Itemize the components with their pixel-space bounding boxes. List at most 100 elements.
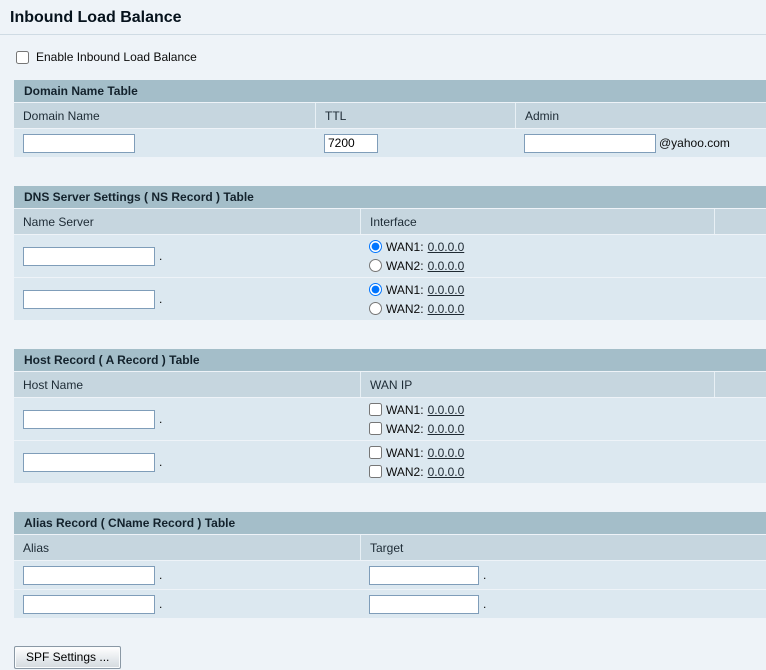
col-header-interface: Interface: [360, 209, 714, 234]
host-row-1: . WAN1: 0.0.0.0 WAN2: 0.0.0.0: [14, 398, 766, 440]
ttl-input[interactable]: [324, 133, 378, 153]
col-header-spacer: [714, 209, 766, 234]
host-row-1-name-cell: .: [14, 398, 360, 440]
ns-table-title: DNS Server Settings ( NS Record ) Table: [14, 186, 766, 208]
alias-row-1-alias-input[interactable]: [23, 565, 155, 585]
ns-row-2-spacer: [714, 278, 766, 320]
col-header-wan-ip: WAN IP: [360, 372, 714, 397]
ns-row-1-name-cell: .: [14, 235, 360, 277]
alias-row-2-alias-input[interactable]: [23, 594, 155, 614]
host-row-2-name-cell: .: [14, 441, 360, 483]
ns-row-1-spacer: [714, 235, 766, 277]
alias-row-1-target-dot: .: [483, 568, 487, 582]
domain-name-table: Domain Name Table Domain Name TTL Admin …: [14, 80, 766, 157]
page-title: Inbound Load Balance: [10, 9, 182, 26]
ns-row-1: . WAN1: 0.0.0.0 WAN2: 0.0.0.0: [14, 235, 766, 277]
host-row-1-wan2-line: WAN2: 0.0.0.0: [369, 421, 464, 437]
ns-row-1-wan1-ip-link[interactable]: 0.0.0.0: [428, 240, 465, 254]
domain-table-header: Domain Name TTL Admin: [14, 103, 766, 128]
host-row-1-wan1-ip-link[interactable]: 0.0.0.0: [428, 403, 465, 417]
alias-row-1-alias-cell: .: [14, 561, 360, 589]
host-row-2-dot: .: [159, 455, 163, 469]
alias-row-2: . .: [14, 590, 766, 618]
host-row-2-wan1-ip-link[interactable]: 0.0.0.0: [428, 446, 465, 460]
host-row-1-name-input[interactable]: [23, 409, 155, 429]
host-row-2: . WAN1: 0.0.0.0 WAN2: 0.0.0.0: [14, 441, 766, 483]
ns-row-2-wan2-radio[interactable]: [369, 302, 382, 315]
host-row-2-wan2-checkbox[interactable]: [369, 465, 382, 478]
col-header-admin: Admin: [515, 103, 766, 128]
ns-row-1-wan2-line: WAN2: 0.0.0.0: [369, 258, 464, 274]
alias-row-2-target-input[interactable]: [369, 594, 479, 614]
ns-row-1-wan1-radio[interactable]: [369, 240, 382, 253]
ns-row-2-name-input[interactable]: [23, 289, 155, 309]
alias-row-1: . .: [14, 561, 766, 589]
enable-inbound-checkbox[interactable]: [16, 50, 29, 64]
ns-record-table: DNS Server Settings ( NS Record ) Table …: [14, 186, 766, 320]
host-table-header: Host Name WAN IP: [14, 372, 766, 397]
ns-row-1-name-input[interactable]: [23, 246, 155, 266]
host-row-2-wan2-ip-link[interactable]: 0.0.0.0: [428, 465, 465, 479]
host-row-2-spacer: [714, 441, 766, 483]
wan1-label: WAN1:: [386, 445, 424, 460]
alias-row-1-target-input[interactable]: [369, 565, 479, 585]
enable-inbound-row: Enable Inbound Load Balance: [16, 49, 766, 65]
ns-row-2-wan1-ip-link[interactable]: 0.0.0.0: [428, 283, 465, 297]
cname-record-table: Alias Record ( CName Record ) Table Alia…: [14, 512, 766, 618]
ns-row-2-name-cell: .: [14, 278, 360, 320]
admin-cell: @yahoo.com: [515, 129, 766, 157]
ns-row-2-interface-cell: WAN1: 0.0.0.0 WAN2: 0.0.0.0: [360, 278, 714, 320]
host-row-1-wan2-checkbox[interactable]: [369, 422, 382, 435]
alias-row-1-alias-dot: .: [159, 568, 163, 582]
alias-row-1-target-cell: .: [360, 561, 766, 589]
ns-row-1-interface-cell: WAN1: 0.0.0.0 WAN2: 0.0.0.0: [360, 235, 714, 277]
col-header-target: Target: [360, 535, 766, 560]
host-row-1-wan1-checkbox[interactable]: [369, 403, 382, 416]
domain-table-row: @yahoo.com: [14, 129, 766, 157]
col-header-host-name: Host Name: [23, 377, 84, 392]
alias-row-2-alias-dot: .: [159, 597, 163, 611]
spf-settings-button[interactable]: SPF Settings ...: [14, 646, 122, 669]
host-row-1-wanip-cell: WAN1: 0.0.0.0 WAN2: 0.0.0.0: [360, 398, 714, 440]
host-row-1-wan2-ip-link[interactable]: 0.0.0.0: [428, 422, 465, 436]
domain-table-title: Domain Name Table: [14, 80, 766, 102]
col-header-spacer: [714, 372, 766, 397]
host-row-2-name-input[interactable]: [23, 452, 155, 472]
wan1-label: WAN1:: [386, 239, 424, 254]
ns-row-1-dot: .: [159, 249, 163, 263]
ns-row-1-wan2-radio[interactable]: [369, 259, 382, 272]
col-header-alias: Alias: [23, 540, 50, 555]
wan1-label: WAN1:: [386, 282, 424, 297]
ns-table-header: Name Server Interface: [14, 209, 766, 234]
col-header-domain-name: Domain Name: [23, 108, 100, 123]
host-row-1-dot: .: [159, 412, 163, 426]
alias-table-title: Alias Record ( CName Record ) Table: [14, 512, 766, 534]
ns-row-2-dot: .: [159, 292, 163, 306]
host-row-2-wanip-cell: WAN1: 0.0.0.0 WAN2: 0.0.0.0: [360, 441, 714, 483]
domain-name-cell: [14, 129, 315, 157]
ns-row-2-wan1-radio[interactable]: [369, 283, 382, 296]
host-row-2-wan1-checkbox[interactable]: [369, 446, 382, 459]
admin-input[interactable]: [524, 133, 656, 153]
alias-row-2-target-dot: .: [483, 597, 487, 611]
page-header: Inbound Load Balance: [0, 0, 766, 35]
enable-inbound-label: Enable Inbound Load Balance: [36, 50, 197, 64]
col-header-name-server: Name Server: [23, 214, 94, 229]
alias-table-header: Alias Target: [14, 535, 766, 560]
wan1-label: WAN1:: [386, 402, 424, 417]
host-row-1-wan1-line: WAN1: 0.0.0.0: [369, 402, 464, 418]
host-row-2-wan1-line: WAN1: 0.0.0.0: [369, 445, 464, 461]
domain-name-input[interactable]: [23, 133, 135, 153]
col-header-ttl: TTL: [315, 103, 515, 128]
wan2-label: WAN2:: [386, 301, 424, 316]
admin-domain-suffix: @yahoo.com: [659, 136, 730, 150]
alias-row-2-alias-cell: .: [14, 590, 360, 618]
ns-row-2-wan2-ip-link[interactable]: 0.0.0.0: [428, 302, 465, 316]
host-row-1-spacer: [714, 398, 766, 440]
wan2-label: WAN2:: [386, 258, 424, 273]
ns-row-1-wan2-ip-link[interactable]: 0.0.0.0: [428, 259, 465, 273]
ns-row-2-wan1-line: WAN1: 0.0.0.0: [369, 282, 464, 298]
host-table-title: Host Record ( A Record ) Table: [14, 349, 766, 371]
wan2-label: WAN2:: [386, 464, 424, 479]
alias-row-2-target-cell: .: [360, 590, 766, 618]
